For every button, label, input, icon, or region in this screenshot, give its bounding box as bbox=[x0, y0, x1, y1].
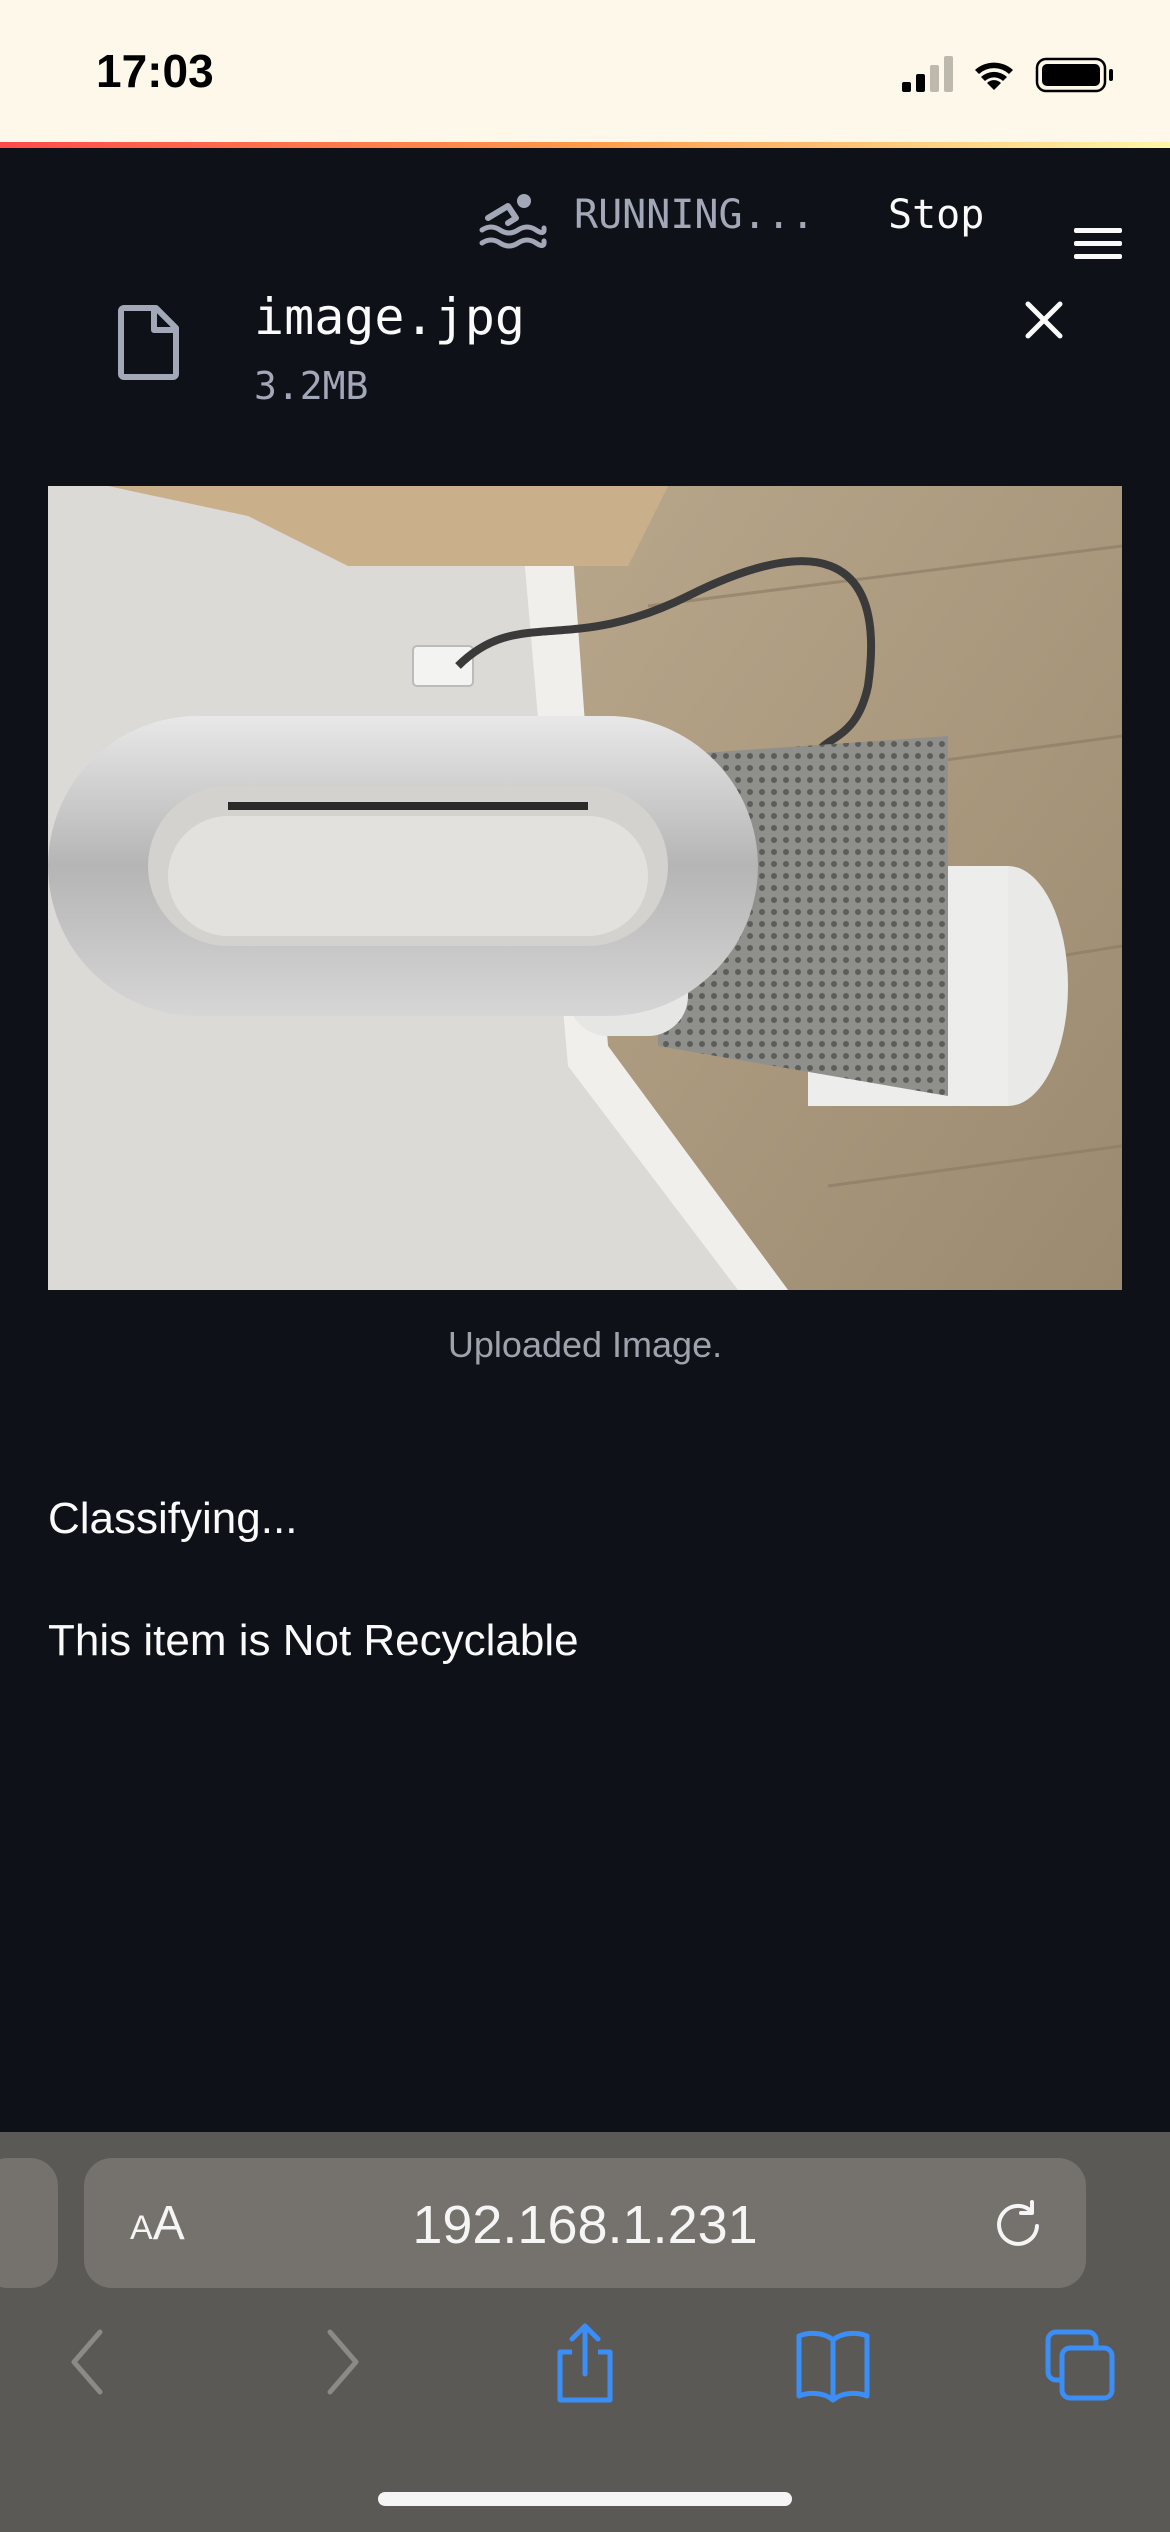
file-name: image.jpg bbox=[254, 288, 525, 346]
swimmer-icon bbox=[478, 190, 548, 258]
classifying-text: Classifying... bbox=[48, 1494, 298, 1543]
status-bar: 17:03 bbox=[0, 0, 1170, 142]
previous-tab-peek[interactable] bbox=[0, 2158, 58, 2288]
url-text: 192.168.1.231 bbox=[412, 2195, 758, 2255]
status-icons bbox=[902, 54, 1118, 94]
browser-toolbar: AA 192.168.1.231 bbox=[0, 2132, 1170, 2532]
file-size: 3.2MB bbox=[254, 364, 369, 408]
browser-nav-row bbox=[0, 2322, 1170, 2422]
reload-icon[interactable] bbox=[992, 2198, 1044, 2254]
forward-icon[interactable] bbox=[318, 2322, 366, 2406]
tabs-icon[interactable] bbox=[1044, 2322, 1116, 2410]
cellular-signal-icon bbox=[902, 56, 953, 92]
image-caption: Uploaded Image. bbox=[447, 1324, 723, 1365]
share-icon[interactable] bbox=[550, 2322, 620, 2410]
app-toolbar: RUNNING... Stop bbox=[0, 178, 1170, 259]
back-icon[interactable] bbox=[64, 2322, 112, 2406]
close-icon[interactable] bbox=[1024, 300, 1064, 340]
bookmarks-icon[interactable] bbox=[794, 2322, 872, 2410]
status-time: 17:03 bbox=[96, 45, 214, 97]
uploaded-file-row bbox=[0, 278, 1170, 428]
wifi-icon bbox=[975, 62, 1013, 90]
file-icon bbox=[118, 304, 180, 384]
running-status: RUNNING... bbox=[574, 192, 815, 238]
address-bar[interactable]: AA 192.168.1.231 bbox=[84, 2158, 1086, 2288]
battery-icon bbox=[1035, 57, 1113, 93]
classification-result: This item is Not Recyclable bbox=[48, 1616, 579, 1665]
uploaded-image bbox=[48, 486, 1122, 1290]
hamburger-icon[interactable] bbox=[1074, 228, 1122, 268]
home-indicator bbox=[378, 2492, 792, 2506]
app-main: RUNNING... Stop image.jpg 3.2MB Uploaded… bbox=[0, 148, 1170, 2132]
stop-button[interactable]: Stop bbox=[888, 192, 984, 238]
